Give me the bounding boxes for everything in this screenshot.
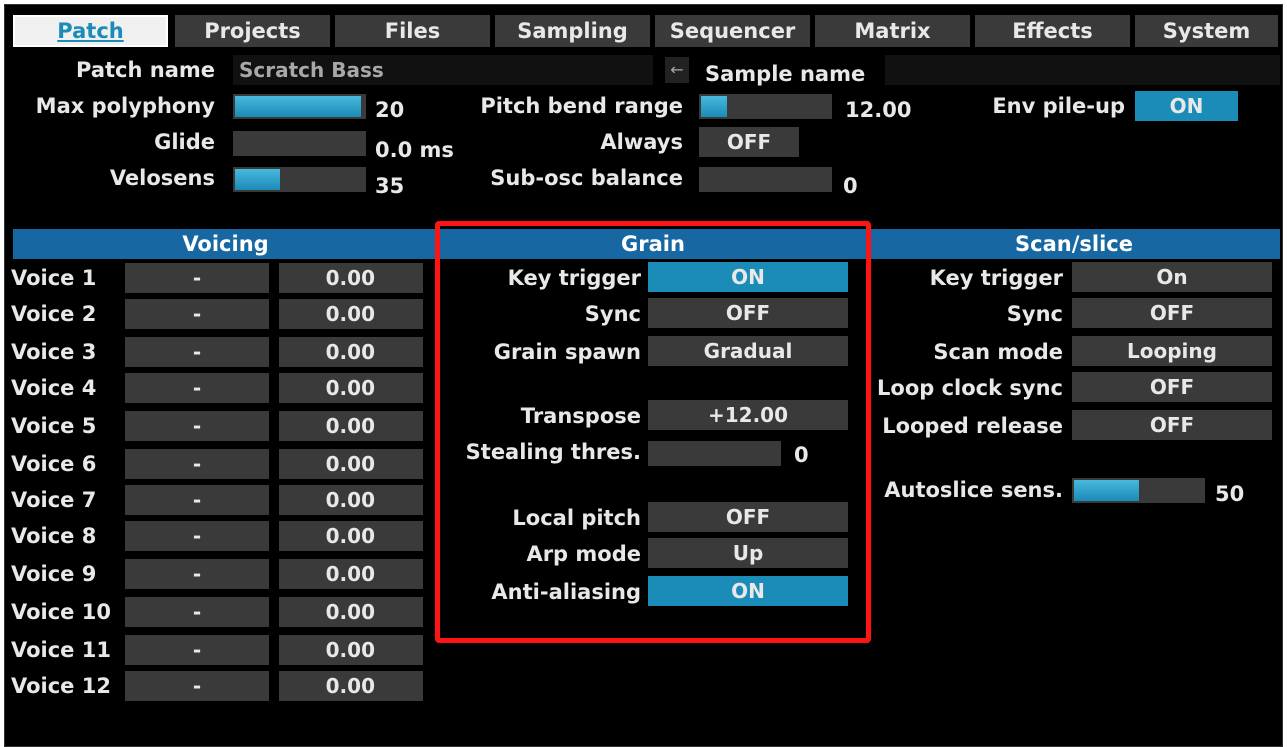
scan-sync-toggle[interactable]: OFF [1072, 298, 1272, 328]
scan-sync-label: Sync [1006, 302, 1063, 326]
scan-slice-header: Scan/slice [868, 229, 1280, 259]
autoslice-sens-slider[interactable] [1072, 478, 1205, 503]
voice-value-cell: 0.00 [279, 635, 423, 665]
voice-note-cell: - [125, 635, 269, 665]
voice-label: Voice 9 [11, 562, 97, 586]
scan-key-trigger-toggle[interactable]: On [1072, 262, 1272, 292]
pitch-bend-label: Pitch bend range [480, 94, 683, 118]
voice-note-cell: - [125, 337, 269, 367]
tab-sampling[interactable]: Sampling [495, 15, 650, 47]
sub-osc-label: Sub-osc balance [490, 166, 683, 190]
voice-value-cell: 0.00 [279, 373, 423, 403]
pitch-bend-slider[interactable] [699, 94, 832, 119]
looped-release-toggle[interactable]: OFF [1072, 410, 1272, 440]
voice-value-cell: 0.00 [279, 559, 423, 589]
voice-label: Voice 5 [11, 414, 97, 438]
tab-matrix[interactable]: Matrix [815, 15, 970, 47]
velosens-value: 35 [375, 174, 405, 198]
app-window: Patch Projects Files Sampling Sequencer … [4, 4, 1283, 747]
voicing-header: Voicing [13, 229, 438, 259]
voice-value-cell: 0.00 [279, 263, 423, 293]
tab-files[interactable]: Files [335, 15, 490, 47]
always-label: Always [600, 130, 683, 154]
autoslice-sens-fill [1074, 480, 1139, 501]
loop-clock-sync-toggle[interactable]: OFF [1072, 372, 1272, 402]
scan-mode-label: Scan mode [933, 340, 1063, 364]
max-polyphony-label: Max polyphony [35, 94, 215, 118]
back-arrow-icon[interactable]: ← [665, 57, 689, 83]
velosens-fill [235, 169, 280, 190]
grain-highlight-box [435, 221, 871, 643]
sample-name-field[interactable] [885, 55, 1280, 85]
velosens-label: Velosens [109, 166, 215, 190]
voice-note-cell: - [125, 485, 269, 515]
voice-note-cell: - [125, 449, 269, 479]
env-pileup-toggle[interactable]: ON [1135, 91, 1238, 121]
tab-patch[interactable]: Patch [13, 15, 168, 47]
patch-name-value: Scratch Bass [239, 58, 384, 82]
max-polyphony-fill [235, 96, 361, 117]
voice-value-cell: 0.00 [279, 411, 423, 441]
max-polyphony-value: 20 [375, 98, 405, 122]
always-toggle[interactable]: OFF [699, 127, 799, 157]
scan-key-trigger-label: Key trigger [929, 266, 1063, 290]
looped-release-label: Looped release [882, 414, 1063, 438]
voice-label: Voice 7 [11, 488, 97, 512]
sample-name-label: Sample name [705, 62, 866, 86]
loop-clock-sync-label: Loop clock sync [877, 376, 1063, 400]
autoslice-sens-value: 50 [1215, 482, 1245, 506]
voice-label: Voice 4 [11, 376, 97, 400]
patch-name-label: Patch name [76, 58, 215, 82]
scan-mode-select[interactable]: Looping [1072, 336, 1272, 366]
voice-value-cell: 0.00 [279, 337, 423, 367]
voice-note-cell: - [125, 521, 269, 551]
voice-value-cell: 0.00 [279, 521, 423, 551]
voice-label: Voice 1 [11, 266, 97, 290]
voice-label: Voice 8 [11, 524, 97, 548]
voice-value-cell: 0.00 [279, 597, 423, 627]
tab-projects[interactable]: Projects [175, 15, 330, 47]
voice-note-cell: - [125, 411, 269, 441]
max-polyphony-slider[interactable] [233, 94, 366, 119]
voice-value-cell: 0.00 [279, 485, 423, 515]
voice-label: Voice 11 [11, 638, 111, 662]
sub-osc-slider[interactable] [699, 167, 832, 192]
voice-note-cell: - [125, 373, 269, 403]
voice-note-cell: - [125, 559, 269, 589]
pitch-bend-fill [701, 96, 727, 117]
voice-label: Voice 12 [11, 674, 111, 698]
autoslice-sens-label: Autoslice sens. [884, 478, 1063, 502]
voice-label: Voice 2 [11, 302, 97, 326]
tab-effects[interactable]: Effects [975, 15, 1130, 47]
voice-label: Voice 6 [11, 452, 97, 476]
voice-value-cell: 0.00 [279, 299, 423, 329]
env-pileup-label: Env pile-up [992, 94, 1125, 118]
voice-note-cell: - [125, 263, 269, 293]
glide-label: Glide [154, 130, 215, 154]
voice-value-cell: 0.00 [279, 671, 423, 701]
voice-note-cell: - [125, 671, 269, 701]
voice-note-cell: - [125, 299, 269, 329]
glide-value: 0.0 ms [375, 138, 454, 162]
voice-label: Voice 3 [11, 340, 97, 364]
pitch-bend-value: 12.00 [845, 98, 912, 122]
voice-value-cell: 0.00 [279, 449, 423, 479]
tab-system[interactable]: System [1135, 15, 1278, 47]
voice-label: Voice 10 [11, 600, 111, 624]
voice-note-cell: - [125, 597, 269, 627]
glide-slider[interactable] [233, 131, 366, 156]
tab-sequencer[interactable]: Sequencer [655, 15, 810, 47]
patch-name-field[interactable]: Scratch Bass [233, 55, 653, 85]
velosens-slider[interactable] [233, 167, 366, 192]
sub-osc-value: 0 [843, 174, 858, 198]
